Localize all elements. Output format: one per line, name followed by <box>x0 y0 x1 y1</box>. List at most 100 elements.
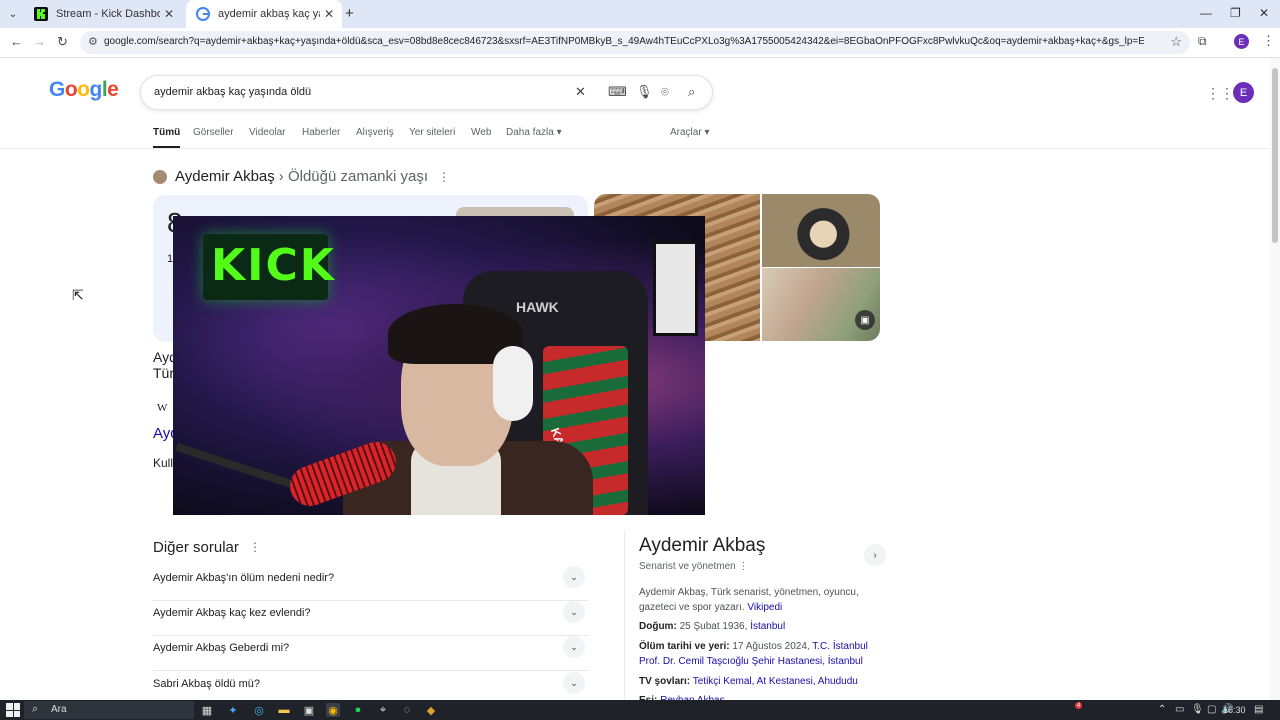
fact-tv-shows: TV şovları: Tetikçi Kemal, At Kestanesi,… <box>639 674 889 689</box>
notifications-icon[interactable]: ▤ <box>1254 704 1263 715</box>
kick-sign-text: KICK <box>211 240 336 291</box>
capcut-icon[interactable]: ⌖ <box>376 703 390 717</box>
tab-search-chevron-icon[interactable]: ⌄ <box>4 5 22 23</box>
related-question[interactable]: Aydemir Akbaş Geberdi mi? ⌄ <box>153 636 588 671</box>
fact-link[interactable]: Tetikçi Kemal, At Kestanesi, Ahududu <box>693 676 858 687</box>
tab-news[interactable]: Haberler <box>302 127 340 138</box>
question-text: Aydemir Akbaş Geberdi mi? <box>153 642 290 654</box>
entity-photo[interactable] <box>762 194 880 267</box>
tools-button[interactable]: Araçlar ▾ <box>670 127 710 138</box>
result-text-fragment: Kull <box>153 456 174 470</box>
scrollbar-thumb[interactable] <box>1272 68 1278 243</box>
forward-icon[interactable]: → <box>33 34 46 49</box>
tab-more[interactable]: Daha fazla ▾ <box>506 127 562 138</box>
fact-birth: Doğum: 25 Şubat 1936, İstanbul <box>639 619 889 634</box>
wikipedia-link[interactable]: Vikipedi <box>747 602 782 613</box>
copilot-icon[interactable]: ✦ <box>226 703 240 717</box>
windows-start-icon[interactable] <box>6 703 20 717</box>
knowledge-breadcrumb: Aydemir Akbaş › Öldüğü zamanki yaşı ⋮ <box>153 168 450 185</box>
microphone-icon[interactable]: 🎙 <box>1191 704 1204 715</box>
tab-kick-dashboard[interactable]: Stream - Kick Dashboard ✕ <box>24 0 182 28</box>
tab-shopping[interactable]: Alışveriş <box>356 127 394 138</box>
google-logo[interactable]: Google <box>49 78 119 102</box>
tab-google-search[interactable]: aydemir akbaş kaç yaşında öldü ✕ <box>186 0 342 28</box>
search-icon[interactable]: ⌕ <box>688 84 695 100</box>
chair-brand-text: HAWK <box>516 299 559 315</box>
app-icon[interactable]: ◆ <box>424 703 438 717</box>
restore-icon[interactable]: ❐ <box>1230 6 1241 20</box>
tab-more-label: Daha fazla <box>506 127 554 138</box>
google-favicon-icon <box>196 7 210 21</box>
attribute-crumb: › Öldüğü zamanki yaşı <box>278 168 429 185</box>
reload-icon[interactable]: ↻ <box>57 34 68 50</box>
tab-images[interactable]: Görseller <box>193 127 234 138</box>
edge-icon[interactable]: ◎ <box>252 703 266 717</box>
more-images-icon[interactable]: ▣ <box>855 310 875 330</box>
entity-name[interactable]: Aydemir Akbaş <box>175 168 275 185</box>
minimize-icon[interactable]: — <box>1200 6 1212 20</box>
close-tab-icon[interactable]: ✕ <box>160 7 178 21</box>
fact-value: 17 Ağustos 2024, <box>732 641 810 652</box>
chrome-icon[interactable]: ◉ <box>326 703 340 717</box>
tab-videos[interactable]: Videolar <box>249 127 286 138</box>
browser-menu-icon[interactable]: ⋮ <box>1262 33 1275 49</box>
extensions-icon[interactable]: ⧉ <box>1198 34 1207 49</box>
headphones <box>493 346 533 421</box>
tab-title: aydemir akbaş kaç yaşında öldü <box>218 8 320 20</box>
google-apps-icon[interactable]: ⋮⋮ <box>1206 85 1234 102</box>
chevron-down-icon[interactable]: ⌄ <box>563 566 585 588</box>
tab-strip: ⌄ Stream - Kick Dashboard ✕ aydemir akba… <box>0 0 1280 28</box>
chevron-down-icon[interactable]: ⌄ <box>563 601 585 623</box>
voice-search-icon[interactable]: 🎙 <box>636 84 653 100</box>
entity-photo[interactable] <box>762 268 880 341</box>
close-tab-icon[interactable]: ✕ <box>320 7 338 21</box>
taskbar-search-placeholder: Ara <box>51 704 67 715</box>
clear-search-icon[interactable]: ✕ <box>575 84 586 100</box>
panel-title: Aydemir Akbaş <box>639 535 766 556</box>
spotify-icon[interactable]: ● <box>351 703 365 717</box>
account-avatar[interactable]: E <box>1233 82 1254 103</box>
new-tab-icon[interactable]: + <box>345 5 354 22</box>
search-query[interactable]: aydemir akbaş kaç yaşında öldü <box>154 86 311 98</box>
taskbar-search[interactable]: ⌕ Ara <box>24 701 194 719</box>
fact-value: 25 Şubat 1936, <box>679 621 748 632</box>
keyboard-icon[interactable]: ⌨ <box>608 84 627 100</box>
panel-subtitle-text: Senarist ve yönetmen <box>639 561 736 572</box>
chevron-right-icon[interactable]: › <box>864 544 886 566</box>
address-bar[interactable]: ⚙ google.com/search?q=aydemir+akbaş+kaç+… <box>80 31 1190 54</box>
panel-subtitle: Senarist ve yönetmen ⋮ <box>639 561 749 572</box>
chevron-up-icon[interactable]: ⌃ <box>1158 704 1166 715</box>
display-icon[interactable]: ▢ <box>1207 704 1216 715</box>
store-icon[interactable]: ▣ <box>302 703 316 717</box>
more-options-icon[interactable]: ⋮ <box>249 540 261 554</box>
panel-description: Aydemir Akbaş, Türk senarist, yönetmen, … <box>639 585 889 615</box>
page-scrollbar[interactable] <box>1270 58 1280 700</box>
back-icon[interactable]: ← <box>10 34 23 49</box>
stream-video-overlay[interactable]: KICK HAWK KARŞIYAKA <box>173 216 705 515</box>
address-row: ← → ↻ ⚙ google.com/search?q=aydemir+akba… <box>0 28 1280 58</box>
browser-profile-avatar[interactable]: E <box>1234 34 1249 49</box>
chevron-down-icon[interactable]: ⌄ <box>563 636 585 658</box>
related-question[interactable]: Aydemir Akbaş'ın ölüm nedeni nedir? ⌄ <box>153 566 588 601</box>
fact-link[interactable]: İstanbul <box>750 621 785 632</box>
search-box[interactable]: aydemir akbaş kaç yaşında öldü ✕ ⌨ 🎙 ⌾ ⌕ <box>140 75 713 110</box>
tab-places[interactable]: Yer siteleri <box>409 127 455 138</box>
obs-icon[interactable]: ◌ <box>400 703 414 717</box>
kick-neon-sign: KICK <box>203 234 334 300</box>
file-explorer-icon[interactable]: ▬ <box>277 703 291 717</box>
bookmark-star-icon[interactable]: ☆ <box>1170 34 1182 50</box>
more-options-icon[interactable]: ⋮ <box>438 170 450 184</box>
related-question[interactable]: Aydemir Akbaş kaç kez evlendi? ⌄ <box>153 601 588 636</box>
fact-death: Ölüm tarihi ve yeri: 17 Ağustos 2024, T.… <box>639 639 889 669</box>
url-text: google.com/search?q=aydemir+akbaş+kaç+ya… <box>104 36 1144 47</box>
site-info-icon[interactable]: ⚙ <box>88 35 98 48</box>
network-icon[interactable]: ▭ <box>1175 704 1184 715</box>
image-search-icon[interactable]: ⌾ <box>661 84 669 100</box>
panel-divider <box>624 530 625 700</box>
task-view-icon[interactable]: ▦ <box>200 703 214 717</box>
clock[interactable]: 16:30 <box>1223 705 1246 715</box>
close-window-icon[interactable]: ✕ <box>1259 6 1269 20</box>
tab-web[interactable]: Web <box>471 127 491 138</box>
chevron-down-icon[interactable]: ⌄ <box>563 672 585 694</box>
tab-all[interactable]: Tümü <box>153 127 181 149</box>
